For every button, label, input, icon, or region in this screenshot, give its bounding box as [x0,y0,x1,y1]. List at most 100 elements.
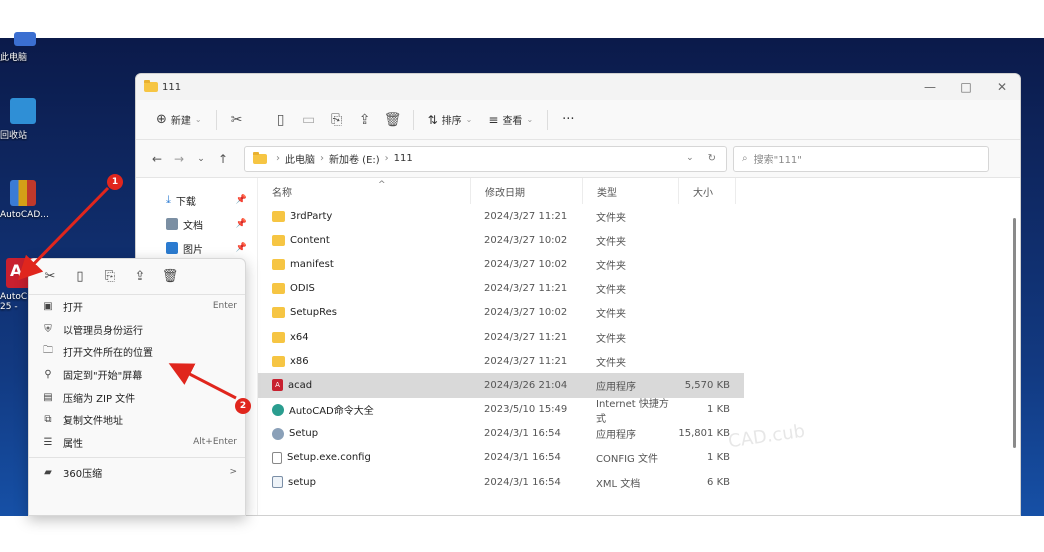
pictures-icon [166,242,178,254]
context-menu-item[interactable]: ⚲ 固定到"开始"屏幕 [29,363,245,386]
table-row[interactable]: Setup.exe.config 2024/3/1 16:54 CONFIG 文件 1… [258,446,1020,470]
desktop-icon-autocad-installer[interactable]: AutoCAD... [0,180,50,220]
properties-icon: ☰ [43,436,53,448]
download-icon: ⤓ [166,193,171,206]
recent-chevron-icon[interactable]: ⌄ [190,154,212,164]
address-bar[interactable]: › 此电脑 › 新加卷 (E:) › 111 ⌄ ↻ [244,145,727,172]
url-icon [272,403,284,416]
table-row[interactable]: setup 2024/3/1 16:54 XML 文档 6 KB [258,470,1020,494]
paste-icon[interactable]: ▭ [295,112,323,128]
file-type-cell: 文件夹 [596,285,626,297]
context-menu-item[interactable]: ▤ 压缩为 ZIP 文件 [29,386,245,409]
table-row[interactable]: Content 2024/3/27 10:02 文件夹 [258,228,1020,252]
context-menu-item[interactable]: ☰ 属性 Alt+Enter [29,431,245,454]
share-icon[interactable]: ⇪ [127,269,153,284]
rename-icon[interactable]: ⎘ [323,112,351,128]
document-icon [166,218,178,230]
folder-icon [272,210,285,222]
file-type-cell: Internet 快捷方式 [596,398,669,425]
folder-icon [272,307,285,319]
sort-ascending-icon: ^ [378,180,386,190]
file-type-cell: 应用程序 [596,381,636,393]
file-size-cell: 6 KB [707,476,730,488]
pin-icon[interactable]: 📌 [236,219,247,229]
rename-icon[interactable]: ⎘ [97,269,123,284]
table-row[interactable]: x64 2024/3/27 11:21 文件夹 [258,325,1020,349]
context-menu-item[interactable]: ⧉ 复制文件地址 [29,408,245,431]
nav-item-pictures[interactable]: 图片 📌 [136,236,257,260]
folder-icon [272,283,285,295]
maximize-button[interactable]: □ [948,80,984,94]
table-row[interactable]: Setup 2024/3/1 16:54 应用程序 15,801 KB [258,422,1020,446]
title-bar[interactable]: 111 — □ ✕ [136,74,1020,100]
up-arrow-icon[interactable]: ↑ [212,152,234,166]
table-row[interactable]: manifest 2024/3/27 10:02 文件夹 [258,252,1020,276]
table-row[interactable]: SetupRes 2024/3/27 10:02 文件夹 [258,301,1020,325]
search-box[interactable]: ⌕ 搜索"111" [733,145,989,172]
recycle-bin-icon [10,98,36,124]
shortcut-hint: > [229,467,237,478]
plus-circle-icon: ⊕ [156,112,167,127]
desktop-icon-recycle-bin[interactable]: 回收站 [0,98,50,141]
address-row: ← → ⌄ ↑ › 此电脑 › 新加卷 (E:) › 111 ⌄ ↻ ⌕ 搜索"… [136,140,1020,178]
file-type-cell: 文件夹 [596,212,626,224]
file-size-cell: 1 KB [707,452,730,464]
view-button[interactable]: ≡ 查看 ⌄ [480,106,541,134]
sort-icon: ⇅ [427,112,438,127]
file-explorer-window: 111 — □ ✕ ⊕ 新建 ⌄ ✂ ▯ ▭ ⎘ ⇪ 🗑 ⇅ 排序 ⌄ ≡ 查看… [135,73,1021,516]
address-history-chevron-icon[interactable]: ⌄ [686,153,694,164]
computer-icon [14,32,36,46]
cut-icon[interactable]: ✂ [223,112,251,128]
copy-icon[interactable]: ▯ [67,269,93,284]
file-type-cell: 应用程序 [596,430,636,442]
delete-icon[interactable]: 🗑 [379,112,407,128]
folder-icon [272,355,285,367]
table-row[interactable]: x86 2024/3/27 11:21 文件夹 [258,349,1020,373]
copy-icon[interactable]: ▯ [267,112,295,128]
close-button[interactable]: ✕ [984,80,1020,94]
delete-icon[interactable]: 🗑 [157,269,183,284]
folder-icon [272,331,285,343]
pin-icon[interactable]: 📌 [236,195,247,205]
chevron-down-icon: ⌄ [526,115,534,124]
column-header-date[interactable]: 修改日期 [470,178,582,204]
cut-icon[interactable]: ✂ [37,269,63,284]
breadcrumb-drive[interactable]: 新加卷 (E:) [329,151,380,166]
minimize-button[interactable]: — [912,80,948,94]
folder-open-icon: 🗀 [43,345,53,357]
context-menu-item[interactable]: ▰ 360压缩 > [29,461,245,484]
zip-icon: ▤ [43,391,53,403]
file-date-cell: 2023/5/10 15:49 [484,404,568,416]
shortcut-hint: Alt+Enter [193,437,237,448]
table-row[interactable]: 3rdParty 2024/3/27 11:21 文件夹 [258,204,1020,228]
file-date-cell: 2024/3/1 16:54 [484,428,561,440]
table-row[interactable]: ODIS 2024/3/27 11:21 文件夹 [258,277,1020,301]
context-menu-item[interactable]: ▣ 打开 Enter [29,295,245,318]
forward-arrow-icon[interactable]: → [168,152,190,166]
annotation-badge-2: 2 [235,398,251,414]
share-icon[interactable]: ⇪ [351,112,379,128]
vertical-scrollbar[interactable] [1013,218,1016,448]
sort-button[interactable]: ⇅ 排序 ⌄ [420,106,481,134]
pin-icon[interactable]: 📌 [236,243,247,253]
file-list: 名称 ^ 修改日期 类型 大小 3rdParty 2024/3/27 11:21 文… [258,178,1020,515]
nav-item-downloads[interactable]: ⤓ 下载 📌 [136,188,257,212]
desktop-icon-this-pc[interactable]: 此电脑 [0,32,50,63]
column-header-name[interactable]: 名称 ^ [258,178,470,204]
column-header-type[interactable]: 类型 [582,178,678,204]
folder-icon [272,258,285,270]
back-arrow-icon[interactable]: ← [146,152,168,166]
table-row[interactable]: AutoCAD命令大全 2023/5/10 15:49 Internet 快捷方式 1… [258,398,1020,425]
file-name-cell: ODIS [258,283,470,295]
new-button[interactable]: ⊕ 新建 ⌄ [148,106,210,134]
context-menu-item[interactable]: ⛨ 以管理员身份运行 [29,318,245,341]
context-menu-items: ▣ 打开 Enter ⛨ 以管理员身份运行 🗀 打开文件所在的位置 ⚲ 固定到"开始"屏幕 ▤ 压缩… [29,295,245,484]
breadcrumb-this-pc[interactable]: 此电脑 [285,151,315,166]
refresh-icon[interactable]: ↻ [708,153,716,164]
context-menu-item[interactable]: 🗀 打开文件所在的位置 [29,340,245,363]
column-header-size[interactable]: 大小 [678,178,736,204]
nav-item-documents[interactable]: 文档 📌 [136,212,257,236]
more-options-button[interactable]: ··· [554,106,582,134]
file-date-cell: 2024/3/26 21:04 [484,379,568,391]
breadcrumb-folder[interactable]: 111 [394,153,413,164]
